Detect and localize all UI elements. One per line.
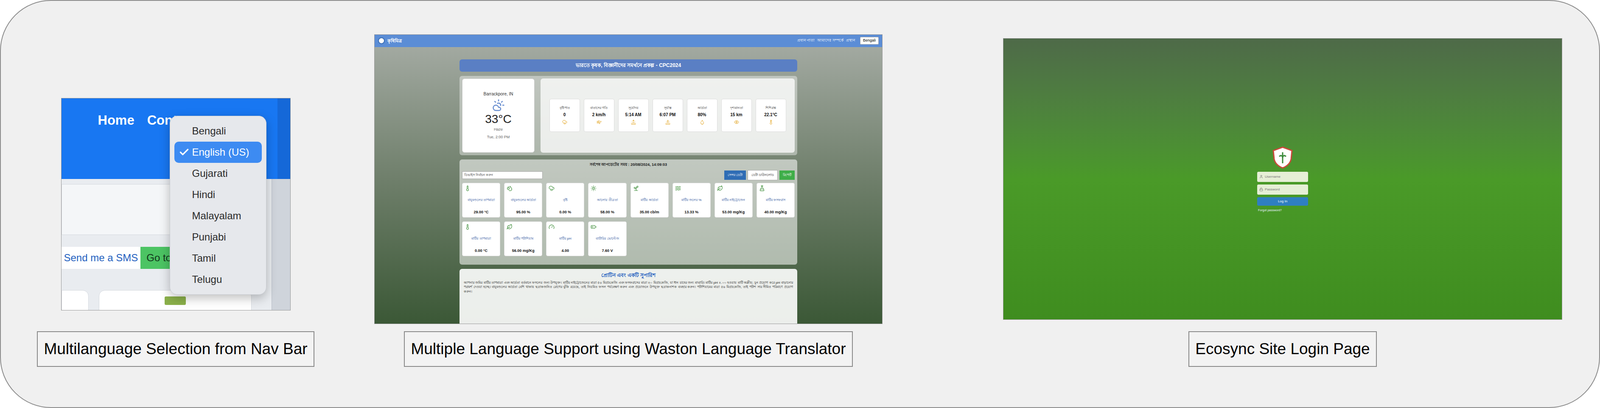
weather-icon bbox=[665, 119, 671, 125]
weather-detail-card: সূর্যোদয়5:14 AM bbox=[618, 98, 649, 132]
sensor-icon bbox=[464, 185, 471, 192]
brand[interactable]: কৃষিমিত্র bbox=[387, 37, 402, 45]
weather-detail-card: আর্দ্রতা80% bbox=[686, 98, 718, 132]
figure-frame: HomeContSend me a SMSGo toBengaliEnglish… bbox=[0, 0, 1600, 408]
check-icon bbox=[178, 146, 190, 158]
top-bar: কৃষিমিত্র প্রধান পাতাআমাদের সম্পর্কেপ্রস্… bbox=[374, 34, 883, 48]
top-link[interactable]: প্রস্থান bbox=[846, 37, 855, 44]
caption: Ecosync Site Login Page bbox=[1188, 331, 1377, 368]
language-option[interactable]: English (US) bbox=[174, 141, 262, 163]
logo-icon bbox=[378, 37, 385, 45]
title-bar: ভারতে কৃষক, বিজ্ঞানীদের সমর্থনে প্রকল্প … bbox=[459, 59, 798, 72]
login-screenshot: UsernamePassword Log In Forgot password? bbox=[1003, 38, 1563, 320]
weather-details: বৃষ্টিপাত0বাতাসের গতি2 km/hসূর্যোদয়5:14… bbox=[540, 78, 795, 153]
login-button[interactable]: Log In bbox=[1257, 197, 1309, 206]
lock-icon bbox=[1259, 187, 1264, 192]
advice-section: প্রোটিন এবং একটি সুপারিশআপনার জমির মাটির… bbox=[459, 269, 798, 324]
sensor-icon bbox=[717, 185, 723, 192]
sensor-card: মাটির আর্দ্রতা35.00 cb/m bbox=[630, 182, 669, 218]
advice-text: আপনার জমির মাটির তাপমাত্রা এবং আর্দ্রতা … bbox=[463, 280, 793, 295]
sensor-card: বায়ুমণ্ডলের তাপমাত্রা29.00 °C bbox=[462, 182, 501, 218]
sensor-icon bbox=[759, 185, 765, 192]
weather-detail-card: বৃষ্টিপাত0 bbox=[549, 98, 581, 132]
panel-column: HomeContSend me a SMSGo toBengaliEnglish… bbox=[27, 30, 325, 368]
weather-icon bbox=[630, 119, 637, 125]
weather-icon bbox=[596, 119, 602, 125]
language-option[interactable]: Tamil bbox=[174, 247, 262, 270]
sensor-card: ব্যাটারির ভোল্টেজ7.60 V bbox=[588, 221, 627, 257]
language-option[interactable]: Telugu bbox=[174, 269, 262, 291]
sensor-card: মাটির তাপমাত্রা0.00 °C bbox=[462, 221, 501, 257]
sensor-button[interactable]: সেন্সর ডেটা bbox=[724, 170, 746, 180]
panel-column: কৃষিমিত্র প্রধান পাতাআমাদের সম্পর্কেপ্রস্… bbox=[374, 30, 883, 368]
caption: Multiple Language Support using Waston L… bbox=[403, 331, 853, 368]
top-link[interactable]: আমাদের সম্পর্কে bbox=[817, 37, 844, 44]
forgot-link[interactable]: Forgot password? bbox=[1258, 208, 1282, 213]
weather-icon bbox=[562, 119, 568, 125]
sensor-icon bbox=[548, 224, 555, 230]
language-option[interactable]: Malayalam bbox=[174, 205, 262, 227]
weather-detail-card: বাতাসের গতি2 km/h bbox=[583, 98, 615, 132]
language-option[interactable]: Hindi bbox=[174, 184, 262, 206]
sensor-icon bbox=[548, 185, 555, 192]
sensor-card: মাটির জলের %13.33 % bbox=[672, 182, 711, 218]
figure: HomeContSend me a SMSGo toBengaliEnglish… bbox=[0, 0, 1600, 408]
weather-section: Barrackpore, IN33°CHazeTue, 2:00 PMবৃষ্ট… bbox=[459, 75, 798, 156]
sensor-icon bbox=[675, 185, 681, 192]
sensor-header: সর্বশেষ আপডেটের সময় : 20/08/2024, 14:09… bbox=[462, 162, 795, 169]
weather-detail-card: শিশিরাঙ্ক22.1°C bbox=[755, 98, 787, 132]
sensor-icon bbox=[506, 224, 513, 230]
sensor-icon bbox=[633, 185, 639, 192]
language-option[interactable]: Punjabi bbox=[174, 226, 262, 248]
sensor-card: মাটির নাইট্রোজেন53.00 mg/Kg bbox=[714, 182, 753, 218]
nav-screenshot: HomeContSend me a SMSGo toBengaliEnglish… bbox=[61, 98, 291, 311]
sensor-card: আলোর তীব্রতা58.00 % bbox=[588, 182, 627, 218]
translator-screenshot: কৃষিমিত্র প্রধান পাতাআমাদের সম্পর্কেপ্রস্… bbox=[374, 34, 883, 325]
sensor-card: বায়ুমণ্ডলের আর্দ্রতা95.00 % bbox=[504, 182, 543, 218]
weather-card: Barrackpore, IN33°CHazeTue, 2:00 PM bbox=[462, 78, 535, 153]
language-option[interactable]: Bengali bbox=[174, 120, 262, 142]
weather-detail-card: দৃশ্যমানতা15 km bbox=[721, 98, 752, 132]
info-card bbox=[61, 290, 89, 311]
weather-icon bbox=[734, 119, 740, 125]
password-field[interactable]: Password bbox=[1257, 184, 1309, 195]
sensor-section: সর্বশেষ আপডেটের সময় : 20/08/2024, 14:09… bbox=[459, 159, 798, 265]
user-icon bbox=[1259, 174, 1264, 179]
device-select[interactable]: ডিভাইস নির্বাচন করুন bbox=[462, 171, 543, 180]
advice-title: প্রোটিন এবং একটি সুপারিশ bbox=[463, 271, 793, 280]
weather-detail-card: সূর্যাস্ত6:07 PM bbox=[652, 98, 684, 132]
nav-link[interactable]: Home bbox=[98, 112, 135, 180]
sensor-icon bbox=[590, 185, 597, 192]
sms-button[interactable]: Send me a SMS bbox=[61, 246, 141, 270]
language-menu: BengaliEnglish (US)GujaratiHindiMalayala… bbox=[169, 115, 267, 295]
sensor-button[interactable]: ডেটা ডাউনলোড bbox=[747, 170, 778, 181]
weather-icon bbox=[768, 119, 774, 125]
cloud-sun-icon bbox=[492, 98, 505, 112]
caption: Multilanguage Selection from Nav Bar bbox=[36, 331, 314, 368]
sensor-icon bbox=[590, 224, 597, 230]
panel-column: UsernamePassword Log In Forgot password? Ec… bbox=[1003, 30, 1563, 368]
weather-icon bbox=[699, 119, 705, 125]
sensor-card: বৃষ্টি0.00 % bbox=[546, 182, 585, 218]
language-select[interactable]: Bengali bbox=[860, 36, 879, 45]
sensor-card: মাটির ফসফরাস40.00 mg/Kg bbox=[756, 182, 795, 218]
shield-logo-icon bbox=[1270, 145, 1295, 170]
top-link[interactable]: প্রধান পাতা bbox=[797, 37, 816, 44]
sensor-icon bbox=[464, 224, 471, 230]
sensor-card: মাটির পটাশিয়াম56.00 mg/Kg bbox=[504, 221, 543, 257]
sensor-icon bbox=[506, 185, 513, 192]
language-option[interactable]: Gujarati bbox=[174, 162, 262, 185]
sensor-button[interactable]: রিপোর্ট bbox=[779, 170, 795, 180]
sensor-card: মাটির pH4.00 bbox=[546, 221, 585, 257]
username-field[interactable]: Username bbox=[1257, 171, 1309, 183]
